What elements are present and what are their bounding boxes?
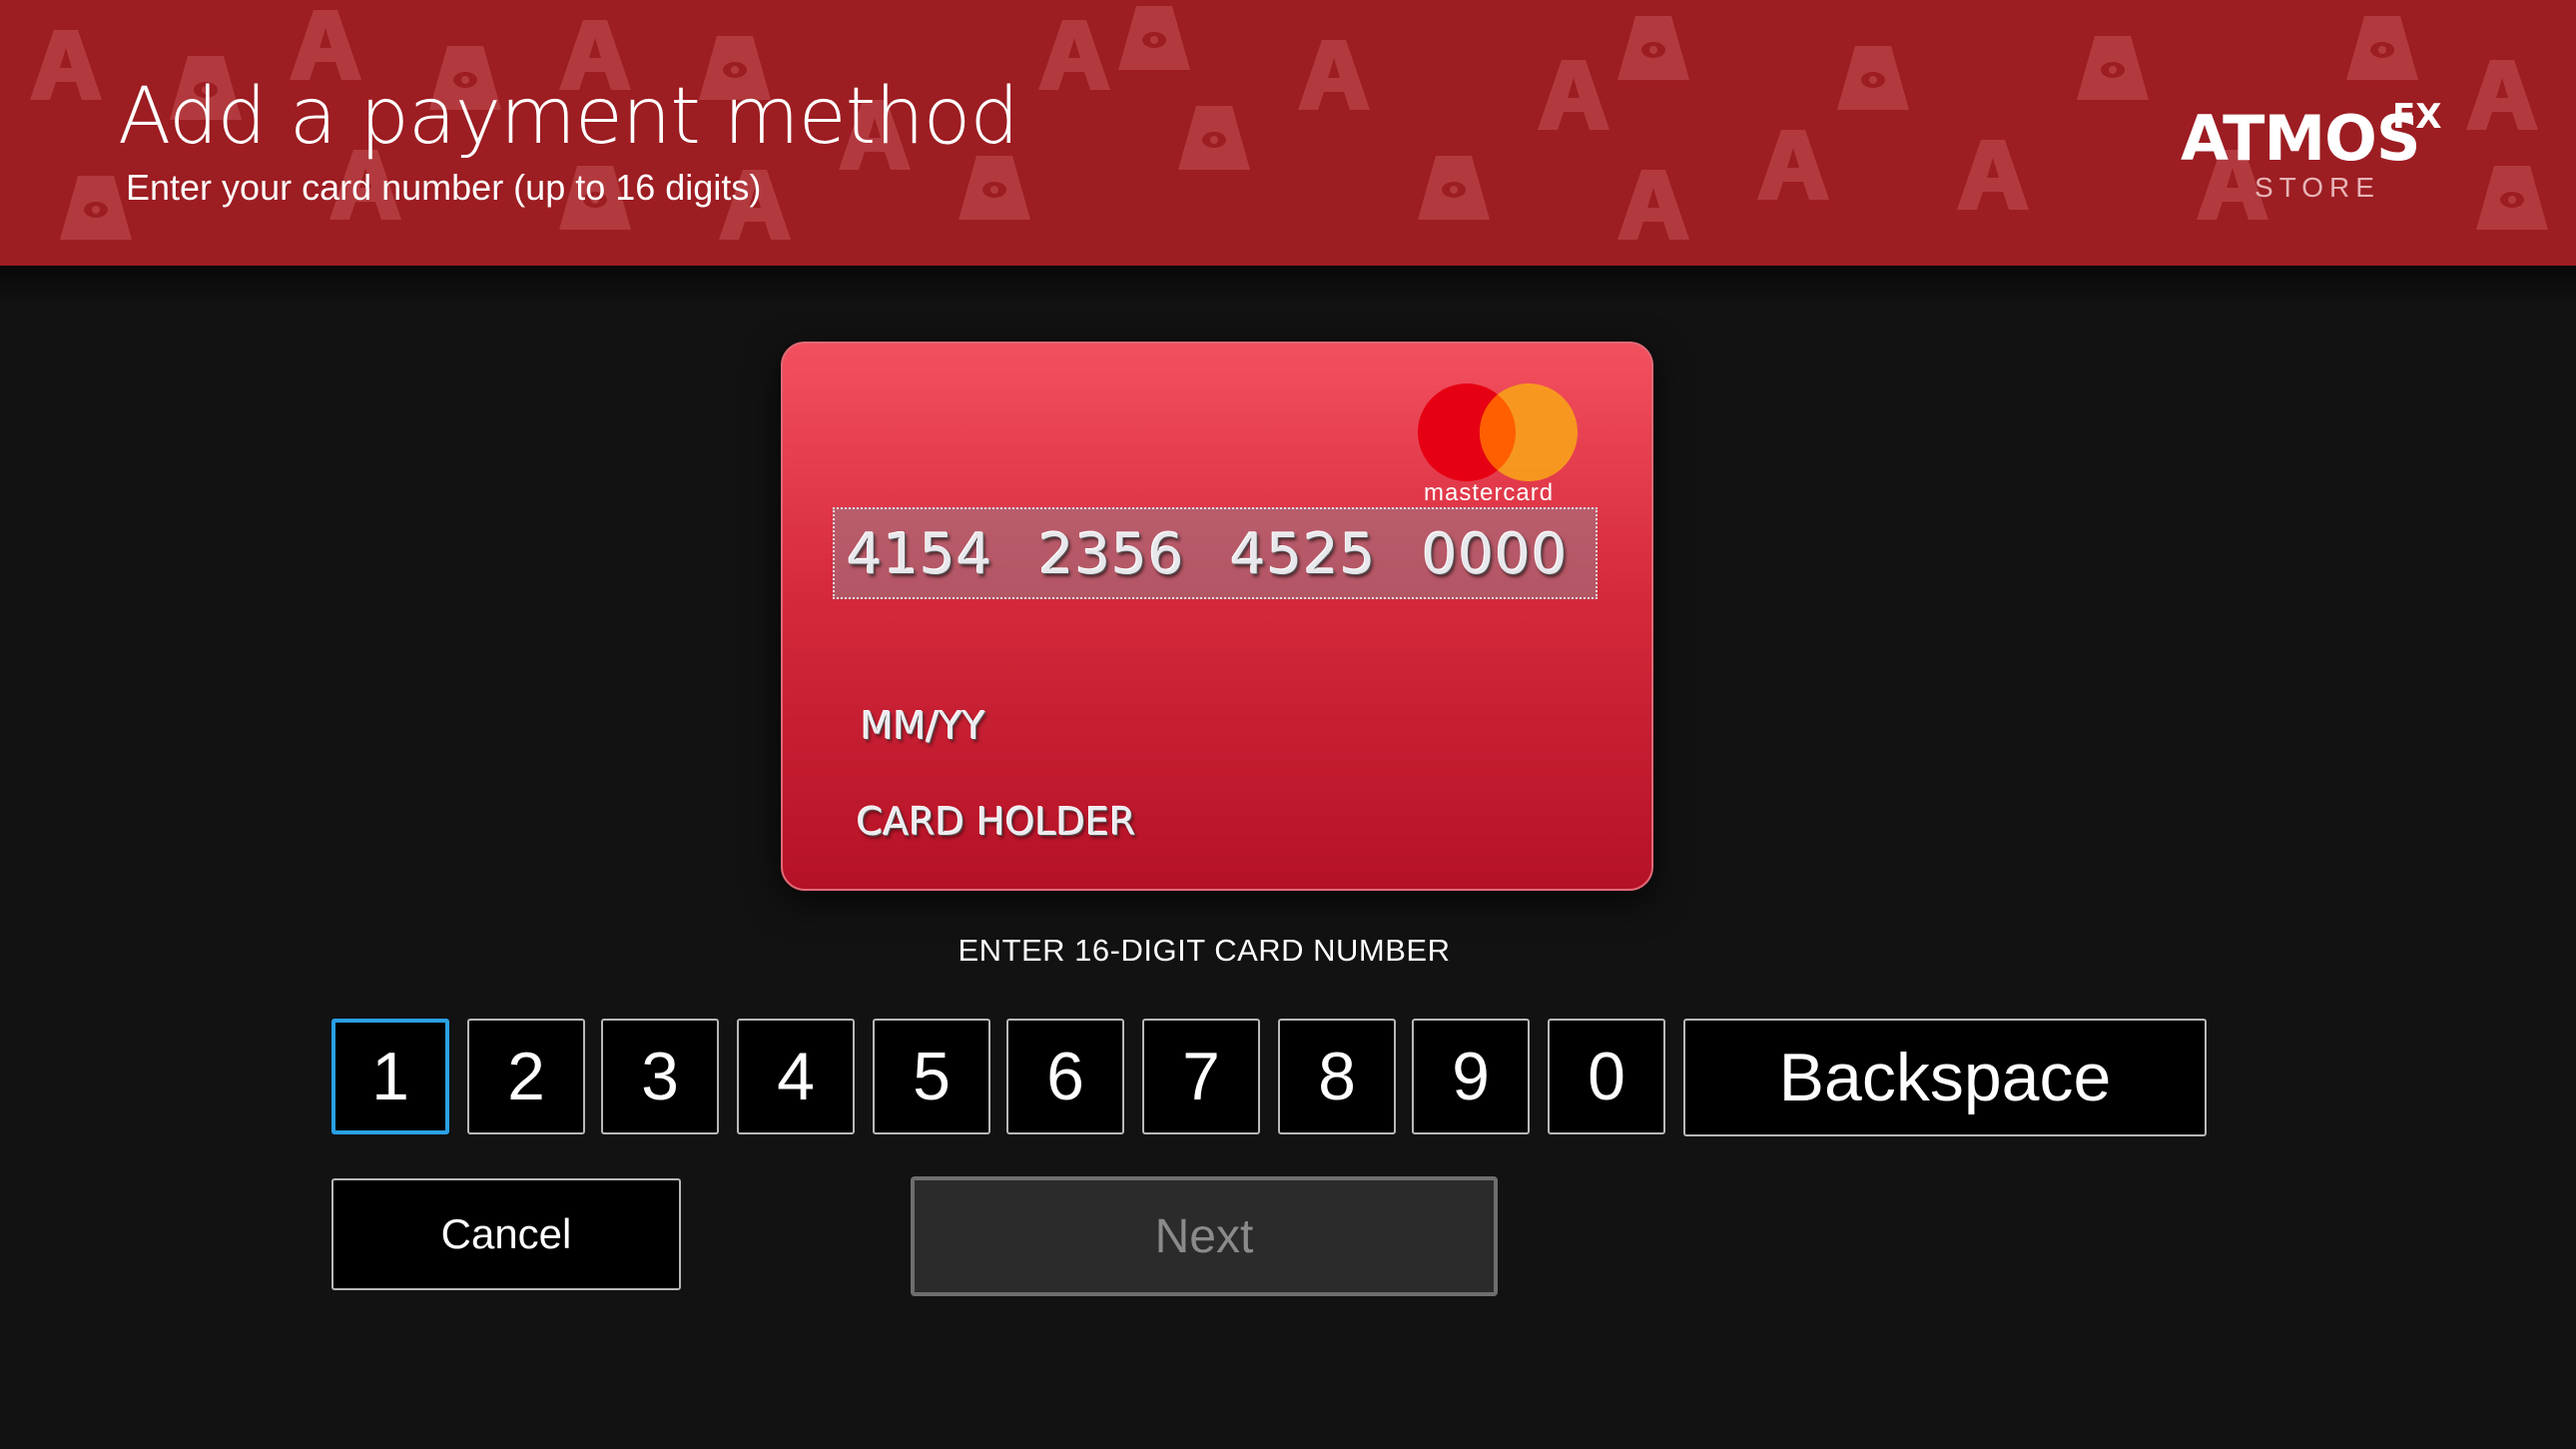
- key-9[interactable]: 9: [1412, 1019, 1530, 1134]
- credit-card-preview: mastercard 4154 2356 4525 0000 MM/YY CAR…: [781, 342, 1653, 891]
- logo-tagline: STORE: [2254, 172, 2380, 203]
- key-2[interactable]: 2: [467, 1019, 585, 1134]
- page-subtitle: Enter your card number (up to 16 digits): [126, 167, 762, 208]
- card-brand: mastercard: [1424, 479, 1555, 506]
- card-number-group-2: 2356: [1038, 522, 1185, 587]
- key-8[interactable]: 8: [1278, 1019, 1396, 1134]
- key-1[interactable]: 1: [331, 1019, 449, 1134]
- header-shadow: [0, 266, 2576, 306]
- card-number-group-4: 0000: [1422, 522, 1569, 587]
- next-button[interactable]: Next: [911, 1176, 1498, 1296]
- key-0[interactable]: 0: [1548, 1019, 1665, 1134]
- card-number-field: 4154 2356 4525 0000: [833, 507, 1598, 599]
- card-number-group-1: 4154: [847, 522, 993, 587]
- card-expiry: MM/YY: [861, 704, 985, 748]
- key-3[interactable]: 3: [601, 1019, 719, 1134]
- key-6[interactable]: 6: [1006, 1019, 1124, 1134]
- instruction-text: ENTER 16-DIGIT CARD NUMBER: [958, 933, 1451, 968]
- logo-fx: FX: [2392, 97, 2442, 137]
- card-holder: CARD HOLDER: [857, 800, 1136, 844]
- logo-word: ATMOS: [2181, 102, 2421, 175]
- header-banner: Add a payment method Enter your card num…: [0, 0, 2576, 266]
- key-5[interactable]: 5: [873, 1019, 990, 1134]
- cancel-button[interactable]: Cancel: [331, 1178, 681, 1290]
- page-title: Add a payment method: [118, 72, 1019, 162]
- mastercard-logo-icon: mastercard: [1418, 383, 1578, 506]
- mastercard-overlap: [1480, 383, 1578, 481]
- atmosfx-store-logo: ATMOS FX STORE: [2181, 100, 2460, 208]
- key-7[interactable]: 7: [1142, 1019, 1260, 1134]
- key-4[interactable]: 4: [737, 1019, 855, 1134]
- payment-screen: Add a payment method Enter your card num…: [0, 0, 2576, 1449]
- card-number-group-3: 4525: [1230, 522, 1377, 587]
- backspace-button[interactable]: Backspace: [1683, 1019, 2207, 1136]
